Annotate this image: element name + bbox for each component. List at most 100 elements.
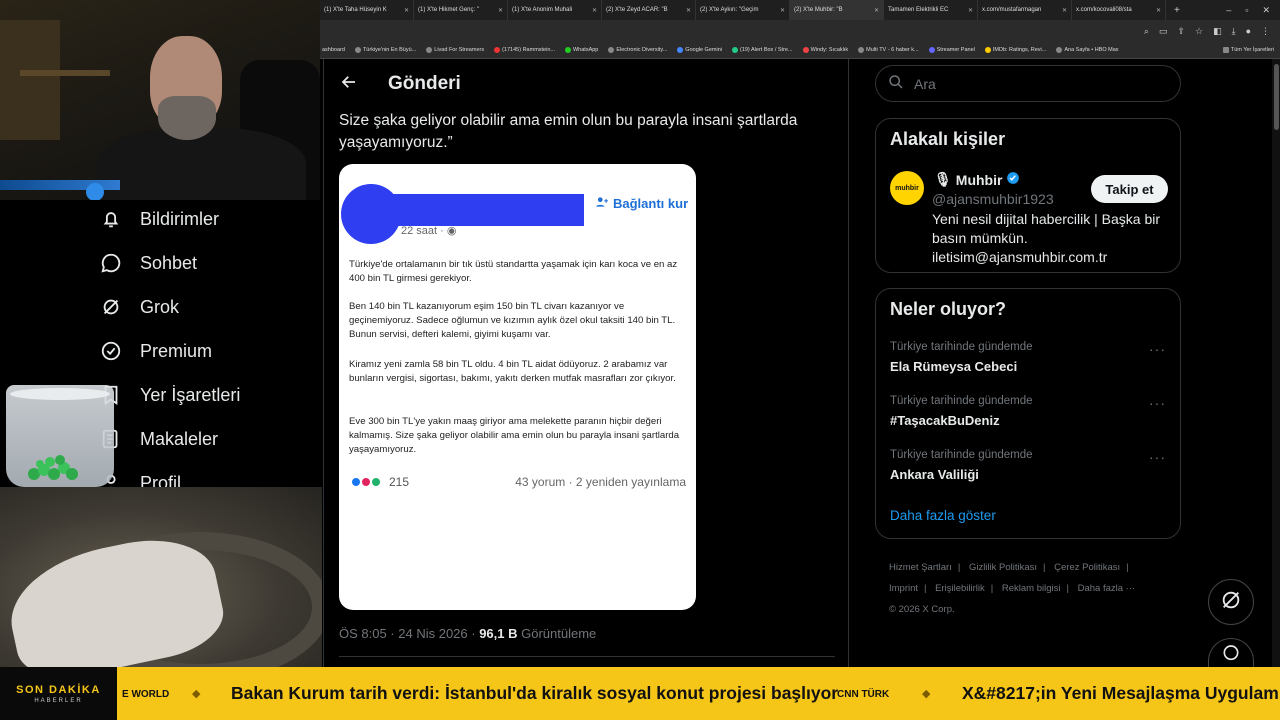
footer-link[interactable]: Erişilebilirlik [935, 583, 985, 594]
scrollbar-thumb[interactable] [1274, 64, 1279, 130]
panel-title: Neler oluyor? [890, 299, 1007, 319]
nav-item-premium[interactable]: Premium [100, 340, 212, 362]
browser-tab[interactable]: (2) X'te Zeyd ACAR: "B ✕ [602, 0, 696, 20]
webcam-overlay-top [0, 0, 320, 212]
bookmark-item[interactable]: IMDb: Ratings, Revi... [984, 47, 1046, 53]
browser-tab-active[interactable]: (2) X'te Muhbir: "B ✕ [790, 0, 884, 20]
messages-fab[interactable] [1208, 638, 1254, 667]
browser-tab[interactable]: (1) X'te Hikmet Genç: " ✕ [414, 0, 508, 20]
more-options-icon[interactable]: ··· [1149, 395, 1166, 411]
new-tab-icon[interactable]: + [1166, 5, 1188, 16]
bookmark-item[interactable]: Electronic Diversity... [608, 47, 667, 53]
chat-icon [1221, 641, 1241, 666]
view-count: 96,1 B [479, 626, 518, 641]
more-options-icon[interactable]: ··· [1149, 449, 1166, 465]
show-more-link[interactable]: Daha fazla göster [890, 508, 996, 523]
search-icon [888, 74, 904, 93]
ticker-headline: X&#8217;in Yeni Mesajlaşma Uygulam [962, 683, 1279, 703]
verified-badge-icon [1006, 171, 1020, 188]
bookmark-item[interactable]: WhatsApp [564, 47, 598, 53]
verified-icon [100, 340, 122, 362]
maximize-icon[interactable]: ▫ [1245, 5, 1248, 16]
back-arrow-icon[interactable] [340, 73, 358, 96]
bookmark-item[interactable]: Livad For Streamers [426, 47, 484, 53]
globe-icon: ◉ [446, 225, 457, 237]
news-ticker: SON DAKİKA HABERLER E WORLD ◆ Bakan Kuru… [0, 667, 1280, 720]
diamond-icon: ◆ [922, 688, 931, 700]
footer-link[interactable]: Çerez Politikası [1054, 562, 1120, 573]
footer-link[interactable]: Gizlilik Politikası [969, 562, 1037, 573]
grok-fab[interactable] [1208, 579, 1254, 625]
footer-links: Hizmet Şartları | Gizlilik Politikası | Çe… [889, 562, 1136, 615]
chat-icon [100, 252, 122, 274]
microphone-icon: 🎙 [934, 171, 952, 187]
post-column: Gönderi Size şaka geliyor olabilir ama e… [323, 59, 849, 667]
browser-tab[interactable]: (1) X'te Taha Hüseyin K ✕ [320, 0, 414, 20]
nav-item-notifications[interactable]: Bildirimler [100, 208, 219, 230]
bell-icon [100, 208, 122, 230]
bookmark-item[interactable]: (17145) Rammstein... [494, 47, 555, 53]
ticker-source: CNN TÜRK [837, 689, 890, 700]
profile-avatar-icon[interactable]: ● [1246, 26, 1251, 36]
ticker-headline: Bakan Kurum tarih verdi: İstanbul'da kir… [231, 683, 839, 703]
share-icon[interactable]: ⇪ [1177, 26, 1185, 37]
candy-icon [28, 455, 78, 480]
candy-jar-rim [10, 388, 110, 400]
bookmark-item[interactable]: Google Gemini [677, 47, 722, 53]
nav-item-bookmarks[interactable]: Yer İşaretleri [100, 384, 240, 406]
bookmark-item[interactable]: Streamer Panel [928, 47, 975, 53]
follow-button[interactable]: Takip et [1091, 175, 1168, 203]
related-people-panel: Alakalı kişiler muhbir 🎙 Muhbir @ajansmu… [875, 118, 1181, 273]
browser-tab[interactable]: Tamamen Elektrikli EC ✕ [884, 0, 978, 20]
nav-item-articles[interactable]: Makaleler [100, 428, 218, 450]
cast-icon[interactable]: ▭ [1159, 26, 1168, 37]
panel-title: Alakalı kişiler [890, 129, 1006, 149]
more-options-icon[interactable]: ··· [1149, 341, 1166, 357]
trend-item[interactable]: #TaşacakBuDeniz [890, 413, 1000, 428]
menu-icon[interactable]: ⋮ [1261, 26, 1270, 37]
bookmarks-bar: ashboard Türkiye'nin En Büyü... Livad Fo… [320, 42, 1280, 59]
browser-tab[interactable]: (2) X'te Aykırı: "Geçim ✕ [696, 0, 790, 20]
bookmark-folder[interactable]: Tüm Yer İşaretleri [1222, 47, 1280, 53]
footer-link[interactable]: Reklam bilgisi [1002, 583, 1061, 594]
card-stats: 43 yorum · 2 yeniden yayınlama [515, 475, 686, 489]
footer-link[interactable]: Imprint [889, 583, 918, 594]
extensions-icon[interactable]: ◧ [1213, 26, 1222, 37]
bookmark-item[interactable]: Ana Sayfa • HBO Max [1056, 47, 1119, 53]
star-icon[interactable]: ☆ [1195, 26, 1203, 37]
zoom-icon[interactable]: ⌕ [1144, 26, 1149, 37]
page-title: Gönderi [388, 73, 461, 94]
bookmark-item[interactable]: Multi TV - 6 haber k... [858, 47, 919, 53]
browser-toolbar: ⌕ ▭ ⇪ ☆ ◧ ⤓ ● ⋮ [320, 20, 1280, 42]
browser-tab[interactable]: x.com/kocovali08/sta ✕ [1072, 0, 1166, 20]
minimize-icon[interactable]: – [1226, 5, 1231, 16]
account-bio: Yeni nesil dijital habercilik | Başka bi… [932, 211, 1161, 265]
add-person-icon [595, 195, 609, 212]
avatar[interactable]: muhbir [890, 171, 924, 205]
search-input[interactable]: Ara [875, 65, 1181, 102]
bookmark-item[interactable]: ashboard [322, 47, 345, 53]
close-window-icon[interactable]: ✕ [1262, 5, 1270, 16]
nav-item-grok[interactable]: Grok [100, 296, 179, 318]
trend-item[interactable]: Ela Rümeysa Cebeci [890, 359, 1017, 374]
connect-button: Bağlantı kur [595, 195, 688, 212]
trend-item[interactable]: Ankara Valiliği [890, 467, 979, 482]
bookmark-item[interactable]: Windy: Sıcaklık [802, 47, 848, 53]
footer-link[interactable]: Hizmet Şartları [889, 562, 952, 573]
embedded-screenshot-card[interactable]: Bağlantı kur 22 saat · ◉ Türkiye'de orta… [339, 164, 696, 610]
bookmark-item[interactable]: Türkiye'nin En Büyü... [354, 47, 416, 53]
browser-tab[interactable]: x.com/mustafarmagan ✕ [978, 0, 1072, 20]
post-meta: ÖS 8:05 · 24 Nis 2026 · 96,1 B Görüntüle… [339, 626, 597, 641]
download-icon[interactable]: ⤓ [1232, 26, 1236, 37]
bookmark-item[interactable]: (19) Alert Box / Stre... [731, 47, 793, 53]
breaking-news-badge: SON DAKİKA HABERLER [0, 667, 117, 720]
like-reaction-icon [351, 477, 361, 487]
browser-tab[interactable]: (1) X'te Anonim Muhali ✕ [508, 0, 602, 20]
trend-context: Türkiye tarihinde gündemde [890, 341, 1033, 353]
scrollbar[interactable] [1272, 59, 1280, 667]
footer-link[interactable]: Daha fazla ··· [1078, 583, 1136, 594]
nav-label: Premium [140, 340, 213, 361]
love-reaction-icon [361, 477, 371, 487]
account-name[interactable]: 🎙 Muhbir [934, 171, 1020, 188]
nav-item-chat[interactable]: Sohbet [100, 252, 197, 274]
